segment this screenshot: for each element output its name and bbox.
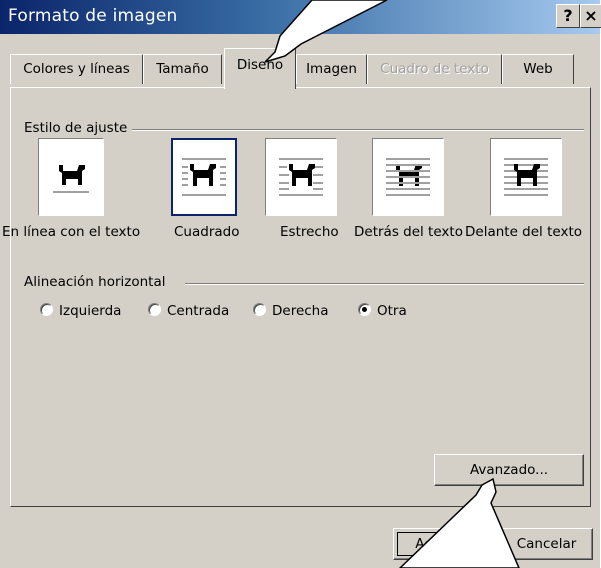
format-picture-dialog: Formato de imagen ? × Colores y líneas T… <box>0 0 601 568</box>
callout-arrows <box>264 0 520 568</box>
